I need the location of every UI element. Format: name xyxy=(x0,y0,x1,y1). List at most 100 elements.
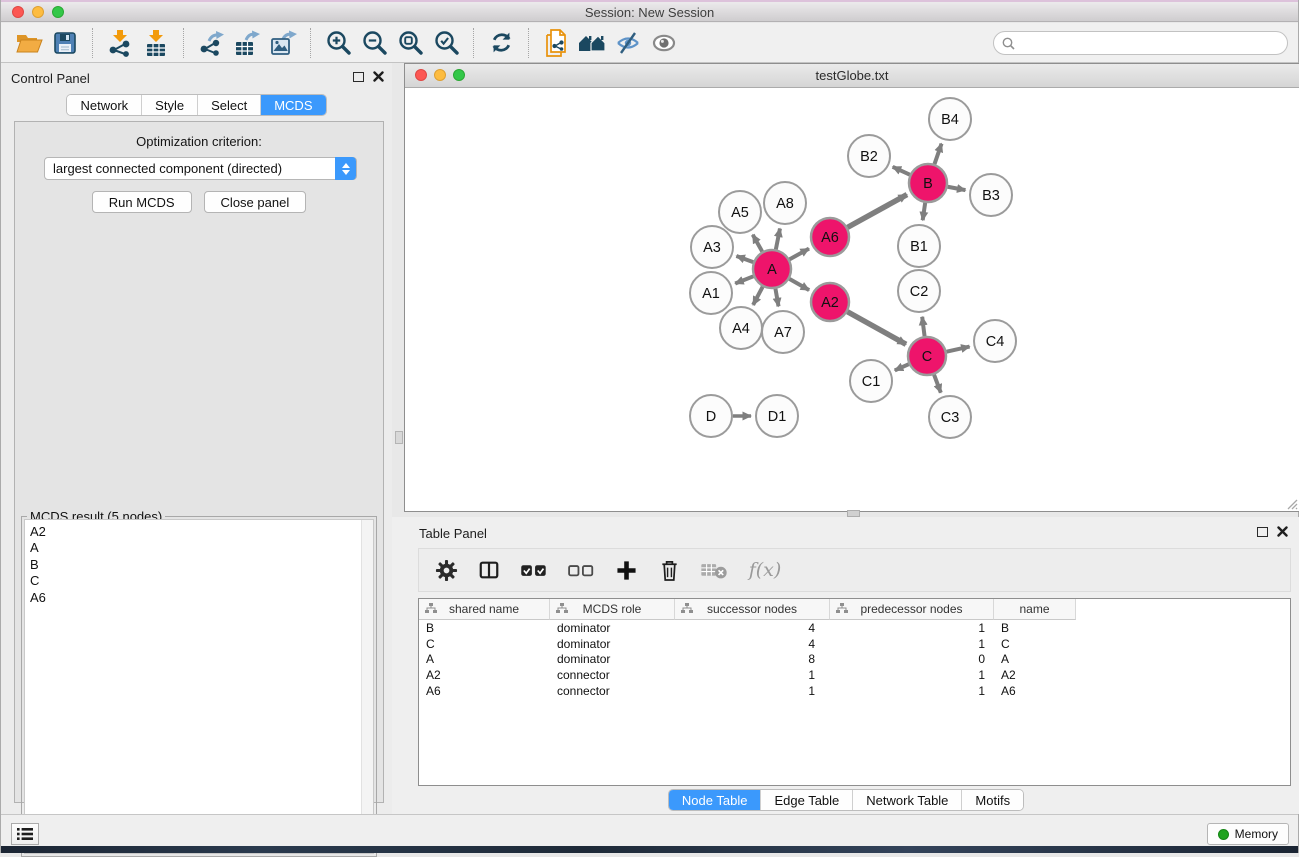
search-input[interactable] xyxy=(1020,36,1287,50)
fx-icon: f(x) xyxy=(749,559,782,581)
result-list-scrollbar[interactable] xyxy=(361,520,373,853)
graph-edge-A-A8[interactable] xyxy=(776,229,780,250)
table-row[interactable]: A6connector11A6 xyxy=(419,683,1290,699)
graph-edge-B-B3[interactable] xyxy=(948,187,966,190)
graph-node-label: D xyxy=(706,409,716,425)
graph-edge-B-B1[interactable] xyxy=(923,203,925,220)
control-panel: Control Panel Network Style Select MCDS … xyxy=(1,63,392,814)
open-session-button[interactable] xyxy=(11,27,47,59)
graph-edge-C-C2[interactable] xyxy=(922,317,924,336)
refresh-button[interactable] xyxy=(483,27,519,59)
graph-edge-A2-C[interactable] xyxy=(847,312,906,345)
delete-table-button[interactable] xyxy=(699,554,729,586)
graph-edge-A6-B[interactable] xyxy=(848,195,907,228)
search-field[interactable] xyxy=(993,31,1288,55)
create-column-button[interactable] xyxy=(613,554,639,586)
graph-edge-A-A3[interactable] xyxy=(736,256,753,262)
show-columns-button[interactable] xyxy=(476,554,502,586)
export-network-button[interactable] xyxy=(193,27,229,59)
zoom-in-button[interactable] xyxy=(320,27,356,59)
show-all-button[interactable] xyxy=(646,27,682,59)
table-cell-shared_name: A6 xyxy=(419,684,550,698)
export-table-icon xyxy=(234,30,260,56)
mcds-result-item[interactable]: A2 xyxy=(25,524,373,540)
mcds-result-item[interactable]: B xyxy=(25,557,373,573)
task-history-button[interactable] xyxy=(11,823,39,845)
table-row[interactable]: Bdominator41B xyxy=(419,620,1290,636)
tab-network-table[interactable]: Network Table xyxy=(853,790,962,810)
table-cell-predecessor_nodes: 1 xyxy=(830,637,994,651)
memory-button[interactable]: Memory xyxy=(1207,823,1289,845)
close-panel-icon[interactable] xyxy=(373,71,384,82)
column-header-predecessor-nodes[interactable]: predecessor nodes xyxy=(830,599,994,620)
run-mcds-button[interactable]: Run MCDS xyxy=(92,191,192,213)
close-table-panel-icon[interactable] xyxy=(1277,526,1288,537)
vertical-splitter-grip[interactable] xyxy=(395,431,403,444)
export-image-button[interactable] xyxy=(265,27,301,59)
mcds-result-item[interactable]: C xyxy=(25,573,373,589)
zoom-fit-button[interactable] xyxy=(392,27,428,59)
import-network-button[interactable] xyxy=(102,27,138,59)
graph-edge-A-A5[interactable] xyxy=(753,235,762,252)
resize-grip-icon[interactable] xyxy=(1284,496,1298,510)
graph-edge-C-C1[interactable] xyxy=(895,364,909,370)
float-panel-icon[interactable] xyxy=(353,72,364,82)
toolbar-separator xyxy=(310,28,311,58)
export-network-icon xyxy=(198,30,224,56)
zoom-out-button[interactable] xyxy=(356,27,392,59)
table-panel-title: Table Panel xyxy=(419,526,487,541)
save-session-button[interactable] xyxy=(47,27,83,59)
graph-edge-A-A1[interactable] xyxy=(735,276,753,283)
graph-edge-B-B2[interactable] xyxy=(893,167,910,175)
deselect-all-button[interactable] xyxy=(566,554,596,586)
graph-edge-A-A2[interactable] xyxy=(789,279,809,290)
tab-style[interactable]: Style xyxy=(142,95,198,115)
graph-edge-C-C3[interactable] xyxy=(934,375,941,393)
table-cell-successor_nodes: 8 xyxy=(675,652,830,666)
table-row[interactable]: A2connector11A2 xyxy=(419,667,1290,683)
mcds-result-list[interactable]: A2ABCA6 xyxy=(24,519,374,854)
tab-select[interactable]: Select xyxy=(198,95,261,115)
column-header-mcds-role[interactable]: MCDS role xyxy=(550,599,675,620)
graph-edge-A-A4[interactable] xyxy=(753,287,763,305)
first-neighbors-button[interactable] xyxy=(574,27,610,59)
graph-edge-C-C4[interactable] xyxy=(947,347,970,352)
table-row[interactable]: Adominator80A xyxy=(419,651,1290,667)
tab-node-table[interactable]: Node Table xyxy=(669,790,762,810)
graph-edge-A-A6[interactable] xyxy=(790,249,809,260)
mcds-result-item[interactable]: A xyxy=(25,540,373,556)
function-builder-button[interactable]: f(x) xyxy=(746,554,784,586)
tree-icon xyxy=(556,603,568,615)
toolbar-separator xyxy=(92,28,93,58)
export-table-button[interactable] xyxy=(229,27,265,59)
horizontal-splitter-grip[interactable] xyxy=(847,510,860,517)
table-mode-button[interactable] xyxy=(433,554,459,586)
table-cell-successor_nodes: 4 xyxy=(675,637,830,651)
mcds-result-item[interactable]: A6 xyxy=(25,590,373,606)
tab-mcds[interactable]: MCDS xyxy=(261,95,325,115)
zoom-fit-icon xyxy=(398,30,423,55)
network-canvas[interactable]: AA6A2BCA5A8A3A1A4A7B4B2B3B1C2C4C1C3DD1 xyxy=(405,88,1299,511)
optimization-criterion-select[interactable]: largest connected component (directed) xyxy=(44,157,357,180)
tab-network[interactable]: Network xyxy=(67,95,142,115)
select-all-button[interactable] xyxy=(519,554,549,586)
tab-motifs[interactable]: Motifs xyxy=(962,790,1023,810)
graph-edge-B-B4[interactable] xyxy=(935,144,942,164)
table-row[interactable]: Cdominator41C xyxy=(419,636,1290,652)
tab-edge-table[interactable]: Edge Table xyxy=(761,790,853,810)
column-header-successor-nodes[interactable]: successor nodes xyxy=(675,599,830,620)
network-window-titlebar[interactable]: testGlobe.txt xyxy=(405,64,1299,88)
float-table-panel-icon[interactable] xyxy=(1257,527,1268,537)
column-header-name[interactable]: name xyxy=(994,599,1076,620)
column-header-shared-name[interactable]: shared name xyxy=(419,599,550,620)
graph-edge-A-A7[interactable] xyxy=(775,289,778,307)
zoom-selected-button[interactable] xyxy=(428,27,464,59)
close-panel-button[interactable]: Close panel xyxy=(204,191,307,213)
delete-column-button[interactable] xyxy=(656,554,682,586)
memory-status-icon xyxy=(1218,829,1229,840)
new-network-from-selection-button[interactable] xyxy=(538,27,574,59)
node-table[interactable]: shared name MCDS role successor nodes xyxy=(418,598,1291,786)
hide-selected-button[interactable] xyxy=(610,27,646,59)
import-table-button[interactable] xyxy=(138,27,174,59)
graph-node-label: B1 xyxy=(910,239,928,255)
